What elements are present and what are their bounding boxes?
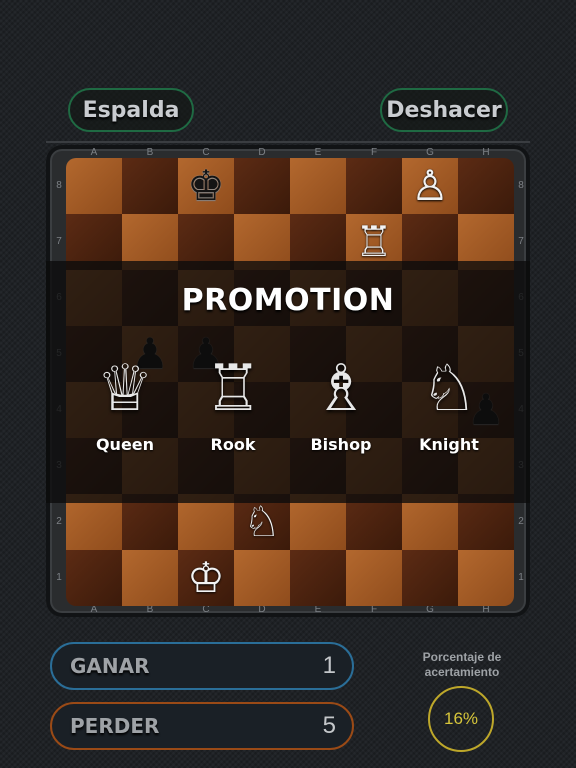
square-g1[interactable] — [402, 550, 458, 606]
rank-label-right: 8 — [518, 180, 524, 191]
file-label-top: G — [426, 147, 434, 158]
losses-counter: PERDER 5 — [50, 702, 354, 750]
file-label-top: D — [258, 147, 266, 158]
rank-label-right: 7 — [518, 236, 524, 247]
square-h8[interactable] — [458, 158, 514, 214]
rank-label-left: 1 — [56, 572, 62, 583]
bishop-icon: ♗ — [312, 352, 370, 426]
square-e1[interactable] — [290, 550, 346, 606]
rank-label-right: 1 — [518, 572, 524, 583]
square-e8[interactable] — [290, 158, 346, 214]
promote-queen-label: Queen — [95, 435, 155, 454]
losses-label: PERDER — [70, 714, 160, 738]
rank-label-left: 7 — [56, 236, 62, 247]
file-label-top: E — [314, 147, 322, 158]
header-divider — [46, 141, 530, 143]
file-label-top: F — [370, 147, 378, 158]
square-f8[interactable] — [346, 158, 402, 214]
losses-value: 5 — [322, 712, 336, 739]
promote-queen-button[interactable]: ♕ Queen — [75, 353, 175, 463]
file-label-top: C — [202, 147, 210, 158]
rank-label-left: 8 — [56, 180, 62, 191]
accuracy-badge: 16% — [428, 686, 494, 752]
square-a8[interactable] — [66, 158, 122, 214]
accuracy-label: Porcentaje de acertamiento — [422, 650, 502, 679]
file-label-top: H — [482, 147, 490, 158]
promote-rook-label: Rook — [210, 435, 256, 454]
square-d8[interactable] — [234, 158, 290, 214]
square-b8[interactable] — [122, 158, 178, 214]
square-f1[interactable] — [346, 550, 402, 606]
file-label-top: A — [90, 147, 98, 158]
promote-knight-button[interactable]: ♘ Knight — [399, 353, 499, 463]
rank-label-right: 2 — [518, 516, 524, 527]
rook-icon: ♖ — [204, 352, 262, 426]
wins-label: GANAR — [70, 654, 150, 678]
square-h1[interactable] — [458, 550, 514, 606]
knight-icon: ♘ — [420, 352, 478, 426]
square-b1[interactable] — [122, 550, 178, 606]
promotion-title: PROMOTION — [181, 283, 395, 318]
promote-knight-label: Knight — [419, 435, 479, 454]
square-d1[interactable] — [234, 550, 290, 606]
white-pawn-icon[interactable]: ♙ — [402, 158, 458, 214]
square-a1[interactable] — [66, 550, 122, 606]
wins-counter: GANAR 1 — [50, 642, 354, 690]
promote-bishop-label: Bishop — [310, 435, 372, 454]
promote-bishop-button[interactable]: ♗ Bishop — [291, 353, 391, 463]
promotion-dialog: PROMOTION ♕ Queen ♖ Rook ♗ Bishop ♘ Knig… — [46, 261, 530, 503]
queen-icon: ♕ — [96, 352, 154, 426]
promote-rook-button[interactable]: ♖ Rook — [183, 353, 283, 463]
square-g8[interactable]: ♙ — [402, 158, 458, 214]
square-c8[interactable]: ♚ — [178, 158, 234, 214]
rank-label-left: 2 — [56, 516, 62, 527]
white-king-icon[interactable]: ♔ — [178, 550, 234, 606]
file-label-top: B — [146, 147, 154, 158]
black-king-icon[interactable]: ♚ — [178, 158, 234, 214]
wins-value: 1 — [322, 652, 336, 679]
back-button[interactable]: Espalda — [68, 88, 194, 132]
square-c1[interactable]: ♔ — [178, 550, 234, 606]
undo-button[interactable]: Deshacer — [380, 88, 508, 132]
